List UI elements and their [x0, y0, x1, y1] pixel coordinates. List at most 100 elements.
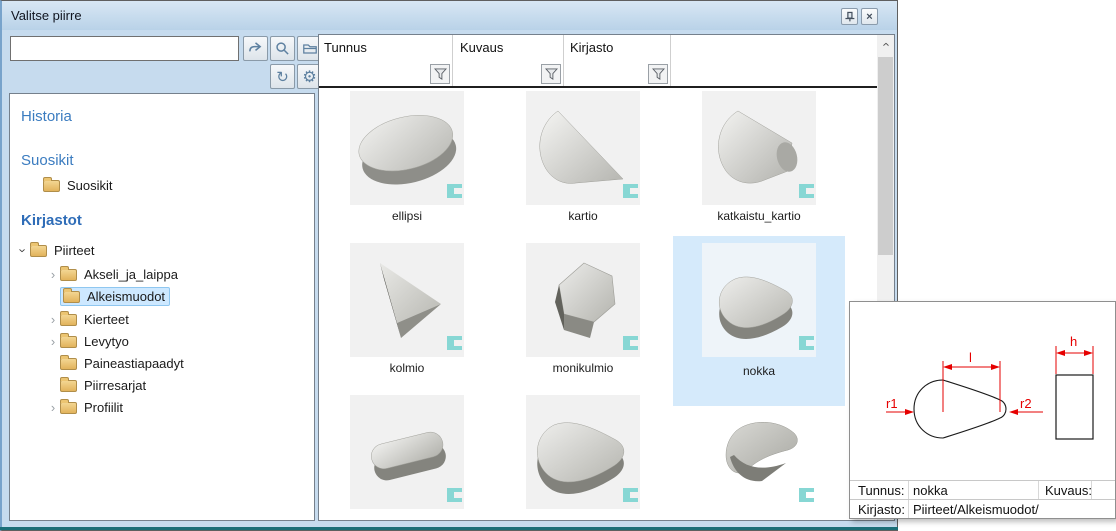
dim-label-l: l — [969, 350, 972, 365]
search-button[interactable] — [270, 36, 295, 61]
folder-icon — [60, 336, 77, 348]
tree-item-label: Suosikit — [67, 178, 113, 193]
kuvaus-value — [1091, 481, 1115, 499]
folder-icon — [60, 358, 77, 370]
scroll-up-button[interactable]: › — [877, 35, 894, 53]
chevron-up-icon: › — [878, 42, 893, 46]
tree-item-label: Profiilit — [84, 400, 123, 415]
chevron-right-icon[interactable]: › — [46, 401, 60, 414]
filter-button-tunnus[interactable] — [430, 64, 450, 84]
filter-button-kuvaus[interactable] — [541, 64, 561, 84]
tree-item-label: Alkeismuodot — [87, 289, 165, 304]
preview-row-kirjasto: Kirjasto: Piirteet/Alkeismuodot/ — [850, 499, 1115, 518]
filter-button-kirjasto[interactable] — [648, 64, 668, 84]
tree-item-profiilit[interactable]: › Profiilit — [46, 396, 123, 418]
kirjasto-label: Kirjasto: — [850, 502, 908, 517]
tunnus-label: Tunnus: — [850, 483, 908, 498]
tunnus-value: nokka — [908, 481, 1038, 499]
search-input[interactable] — [10, 36, 239, 61]
tree-item-piirresarjat[interactable]: Piirresarjat — [46, 374, 146, 396]
feature-label: ellipsi — [321, 209, 493, 223]
kartio-thumbnail — [526, 91, 640, 205]
dim-label-r2: r2 — [1020, 396, 1032, 411]
chevron-right-icon[interactable]: › — [46, 268, 60, 281]
close-button[interactable]: × — [861, 8, 878, 25]
dimension-drawing: l r1 r2 h — [850, 302, 1115, 480]
scrollbar-thumb[interactable] — [878, 57, 893, 255]
feature-cell-row3-2[interactable] — [497, 392, 669, 521]
curved-wedge-thumbnail — [702, 395, 816, 509]
libraries-header[interactable]: Kirjastot — [21, 212, 82, 229]
chevron-right-icon[interactable]: › — [46, 335, 60, 348]
preview-info-table: Tunnus: nokka Kuvaus: Kirjasto: Piirteet… — [850, 480, 1115, 518]
kirjasto-value: Piirteet/Alkeismuodot/ — [908, 500, 1115, 518]
component-badge-icon — [797, 184, 814, 203]
monikulmio-thumbnail — [526, 243, 640, 357]
feature-label: kolmio — [321, 361, 493, 375]
feature-cell-monikulmio[interactable]: monikulmio — [497, 240, 669, 390]
component-badge-icon — [797, 336, 814, 355]
feature-label: monikulmio — [497, 361, 669, 375]
kolmio-thumbnail — [350, 243, 464, 357]
pin-button[interactable] — [841, 8, 858, 25]
bottom-edge-accent — [0, 527, 898, 530]
katkaistu-kartio-thumbnail — [702, 91, 816, 205]
tree-item-label: Levytyo — [84, 334, 129, 349]
kuvaus-label: Kuvaus: — [1038, 481, 1091, 499]
tree-item-alkeismuodot[interactable]: Alkeismuodot — [46, 285, 170, 307]
tree-item-label: Akseli_ja_laippa — [84, 267, 178, 282]
column-label: Kirjasto — [565, 35, 670, 55]
folder-icon — [60, 402, 77, 414]
chevron-down-icon[interactable]: › — [17, 243, 30, 257]
teardrop2-thumbnail — [526, 395, 640, 509]
component-badge-icon — [445, 184, 462, 203]
feature-preview-panel: l r1 r2 h Tunnus: nokka Kuvaus: Kirj — [849, 301, 1116, 519]
feature-cell-kartio[interactable]: kartio — [497, 88, 669, 238]
favorites-header[interactable]: Suosikit — [21, 152, 74, 169]
select-feature-dialog: Valitse piirre × — [0, 0, 898, 531]
feature-cell-katkaistu-kartio[interactable]: katkaistu_kartio — [673, 88, 845, 238]
feature-cell-ellipsi[interactable]: ellipsi — [321, 88, 493, 238]
preview-row-tunnus: Tunnus: nokka Kuvaus: — [850, 480, 1115, 499]
feature-cell-nokka[interactable]: nokka — [673, 236, 845, 406]
dim-label-r1: r1 — [886, 396, 898, 411]
close-icon: × — [866, 11, 872, 23]
go-button[interactable] — [243, 36, 268, 61]
component-badge-icon — [621, 184, 638, 203]
component-badge-icon — [621, 336, 638, 355]
search-icon — [275, 41, 290, 56]
feature-cell-row3-1[interactable] — [321, 392, 493, 521]
chevron-right-icon[interactable]: › — [46, 313, 60, 326]
column-header-kirjasto[interactable]: Kirjasto — [565, 35, 671, 86]
refresh-button[interactable]: ↻ — [270, 64, 295, 89]
tree-item-suosikit[interactable]: Suosikit — [43, 174, 113, 196]
feature-label: kartio — [497, 209, 669, 223]
column-header-tunnus[interactable]: Tunnus — [319, 35, 453, 86]
ellipsi-thumbnail — [350, 91, 464, 205]
tree-item-label: Piirteet — [54, 243, 94, 258]
component-badge-icon — [621, 488, 638, 507]
tree-item-akseli-ja-laippa[interactable]: › Akseli_ja_laippa — [46, 263, 178, 285]
tree-item-paineastiapaadyt[interactable]: Paineastiapaadyt — [46, 352, 184, 374]
folder-icon — [60, 269, 77, 281]
sidebar-item-history[interactable]: Historia — [21, 108, 72, 125]
folder-icon — [302, 41, 318, 56]
feature-cell-kolmio[interactable]: kolmio — [321, 240, 493, 390]
folder-icon — [30, 245, 47, 257]
tree-item-levytyo[interactable]: › Levytyo — [46, 330, 129, 352]
nokka-thumbnail — [702, 243, 816, 357]
column-header-kuvaus[interactable]: Kuvaus — [455, 35, 564, 86]
tree-item-label: Paineastiapaadyt — [84, 356, 184, 371]
folder-icon — [43, 180, 60, 192]
folder-icon — [60, 380, 77, 392]
tree-item-label: Kierteet — [84, 312, 129, 327]
tree-item-kierteet[interactable]: › Kierteet — [46, 308, 129, 330]
refresh-icon: ↻ — [276, 68, 289, 86]
feature-cell-row3-3[interactable] — [673, 392, 845, 521]
component-badge-icon — [445, 488, 462, 507]
screen: Valitse piirre × — [0, 0, 1116, 531]
dim-label-h: h — [1070, 334, 1077, 349]
filter-icon — [434, 68, 447, 80]
tree-item-piirteet[interactable]: › Piirteet — [16, 239, 94, 261]
feature-label: nokka — [673, 364, 845, 378]
